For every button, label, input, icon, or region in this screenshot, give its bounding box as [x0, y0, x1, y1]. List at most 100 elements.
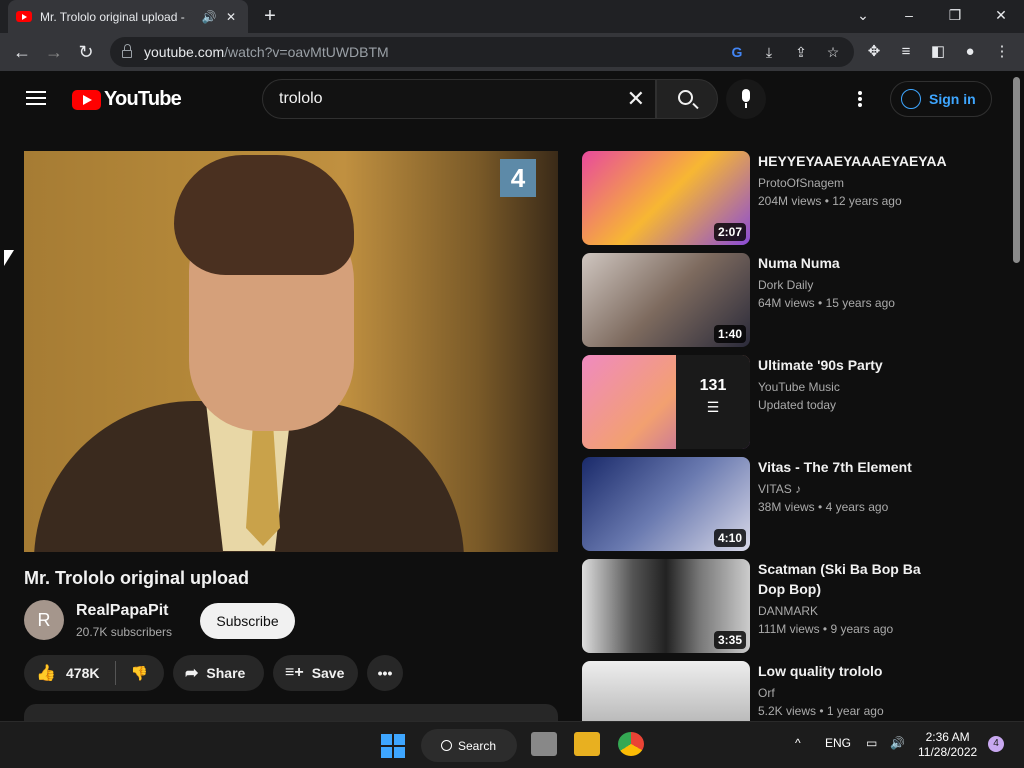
related-item[interactable]: 2:07 HEYYEYAAEYAAAEYAEYAA ProtoOfSnagem …: [582, 151, 1002, 245]
share-page-icon[interactable]: ⇪: [791, 42, 811, 62]
youtube-wordmark: YouTube: [104, 88, 182, 110]
channel-name[interactable]: RealPapaPit: [76, 602, 168, 620]
settings-more-icon[interactable]: [858, 91, 864, 107]
related-playlist[interactable]: 131 ☰ Ultimate '90s Party YouTube Music …: [582, 355, 1002, 449]
side-panel-icon[interactable]: ◧: [926, 41, 950, 63]
reading-list-icon[interactable]: ≡: [894, 41, 918, 63]
close-tab-icon[interactable]: ✕: [222, 10, 240, 24]
related-meta: Updated today: [758, 398, 837, 412]
bookmark-star-icon[interactable]: ☆: [823, 42, 843, 62]
like-count[interactable]: 478K: [66, 665, 99, 681]
share-button[interactable]: ➦ Share: [173, 655, 264, 691]
tv-channel-badge: 4: [500, 159, 536, 197]
extensions-icon[interactable]: ✥: [862, 41, 886, 63]
video-thumbnail[interactable]: 1:40: [582, 253, 750, 347]
close-window-button[interactable]: ✕: [978, 0, 1024, 33]
volume-icon[interactable]: 🔊: [890, 736, 905, 750]
related-item[interactable]: Low quality trololo Orf 5.2K views • 1 y…: [582, 661, 1002, 721]
browser-tab[interactable]: Mr. Trololo original upload - 🔊 ✕: [8, 0, 248, 33]
channel-avatar[interactable]: R: [24, 600, 64, 640]
video-thumbnail[interactable]: 2:07: [582, 151, 750, 245]
system-clock[interactable]: 2:36 AM 11/28/2022: [918, 730, 977, 760]
page-scrollbar[interactable]: [1010, 71, 1024, 721]
notification-badge[interactable]: 4: [988, 736, 1004, 752]
chrome-icon[interactable]: [618, 732, 644, 756]
like-dislike-group: 👍 478K 👎: [24, 655, 164, 691]
playlist-thumbnail[interactable]: 131 ☰: [582, 355, 750, 449]
voice-search-button[interactable]: [726, 79, 766, 119]
related-channel[interactable]: YouTube Music: [758, 380, 840, 394]
related-item[interactable]: 1:40 Numa Numa Dork Daily 64M views • 15…: [582, 253, 1002, 347]
related-meta: 38M views • 4 years ago: [758, 500, 889, 514]
youtube-favicon-icon: [16, 11, 32, 22]
related-item[interactable]: 4:10 Vitas - The 7th Element VITAS ♪ 38M…: [582, 457, 1002, 551]
subscribe-button[interactable]: Subscribe: [200, 603, 295, 639]
new-tab-button[interactable]: +: [258, 4, 282, 28]
video-title: Mr. Trololo original upload: [24, 568, 249, 588]
forward-button[interactable]: →: [38, 33, 70, 71]
tab-search-chevron-icon[interactable]: ⌄: [840, 0, 886, 33]
video-thumbnail[interactable]: 3:35: [582, 559, 750, 653]
related-item[interactable]: 3:35 Scatman (Ski Ba Bop Ba Dop Bop) DAN…: [582, 559, 1002, 653]
restore-button[interactable]: ❐: [932, 0, 978, 33]
install-icon[interactable]: ⤓: [759, 42, 779, 62]
minimize-button[interactable]: –: [886, 0, 932, 33]
related-channel[interactable]: Orf: [758, 686, 775, 700]
related-title[interactable]: Ultimate '90s Party: [758, 355, 948, 375]
playlist-count: 131: [699, 377, 727, 394]
more-actions-button[interactable]: •••: [367, 655, 403, 691]
address-bar[interactable]: youtube.com/watch?v=oavMtUWDBTM G ⤓ ⇪ ☆: [110, 37, 854, 67]
search-input[interactable]: trololo ✕: [262, 79, 656, 119]
scrollbar-thumb[interactable]: [1013, 77, 1020, 263]
video-player[interactable]: 4: [24, 151, 558, 552]
video-thumbnail[interactable]: [582, 661, 750, 721]
more-icon: •••: [377, 665, 393, 681]
youtube-logo[interactable]: YouTube: [72, 88, 182, 111]
save-label: Save: [311, 665, 345, 681]
browser-menu-icon[interactable]: ⋮: [990, 41, 1014, 63]
video-thumbnail[interactable]: 4:10: [582, 457, 750, 551]
clear-search-icon[interactable]: ✕: [627, 88, 645, 110]
like-icon[interactable]: 👍: [36, 663, 56, 683]
sign-in-button[interactable]: Sign in: [890, 81, 992, 117]
windows-taskbar: Search ^ ENG ▭ 🔊 2:36 AM 11/28/2022 4: [0, 721, 1024, 768]
related-title[interactable]: Numa Numa: [758, 253, 948, 273]
related-title[interactable]: Scatman (Ski Ba Bop Ba Dop Bop): [758, 559, 948, 599]
windows-start-icon[interactable]: [381, 734, 405, 758]
youtube-header: YouTube trololo ✕ Sign in: [0, 71, 1010, 127]
tray-chevron-icon[interactable]: ^: [795, 736, 801, 750]
url-host: youtube.com: [144, 44, 225, 60]
microphone-icon: [742, 89, 750, 102]
duration-badge: 3:35: [713, 631, 746, 649]
taskbar-search-label: Search: [458, 738, 497, 753]
language-indicator[interactable]: ENG: [825, 736, 851, 750]
related-title[interactable]: Vitas - The 7th Element: [758, 457, 948, 477]
browser-tab-strip: Mr. Trololo original upload - 🔊 ✕ + ⌄ – …: [0, 0, 1024, 33]
network-icon[interactable]: ▭: [866, 736, 877, 750]
task-view-icon[interactable]: [531, 732, 557, 756]
lock-icon[interactable]: [122, 44, 132, 58]
related-channel[interactable]: ProtoOfSnagem: [758, 176, 844, 190]
dislike-icon[interactable]: 👎: [130, 665, 147, 682]
related-title[interactable]: Low quality trololo: [758, 661, 948, 681]
related-channel[interactable]: Dork Daily: [758, 278, 813, 292]
account-circle-icon: [901, 89, 921, 109]
youtube-play-logo-icon: [72, 89, 101, 110]
search-button[interactable]: [656, 79, 718, 119]
related-meta: 64M views • 15 years ago: [758, 296, 895, 310]
url-path: /watch?v=oavMtUWDBTM: [224, 44, 389, 60]
speaker-icon[interactable]: 🔊: [200, 10, 218, 24]
back-button[interactable]: ←: [6, 33, 38, 71]
reload-button[interactable]: ↻: [70, 33, 102, 71]
hamburger-menu-icon[interactable]: [26, 91, 46, 105]
google-lens-icon[interactable]: G: [727, 42, 747, 62]
duration-badge: 1:40: [713, 325, 746, 343]
profile-icon[interactable]: ●: [958, 41, 982, 63]
file-explorer-icon[interactable]: [574, 732, 600, 756]
taskbar-search-button[interactable]: Search: [421, 729, 517, 762]
related-channel[interactable]: VITAS ♪: [758, 482, 801, 496]
save-button[interactable]: ≡+ Save: [273, 655, 358, 691]
related-title[interactable]: HEYYEYAAEYAAAEYAEYAA: [758, 151, 948, 171]
sign-in-label: Sign in: [929, 91, 976, 107]
related-channel[interactable]: DANMARK: [758, 604, 818, 618]
